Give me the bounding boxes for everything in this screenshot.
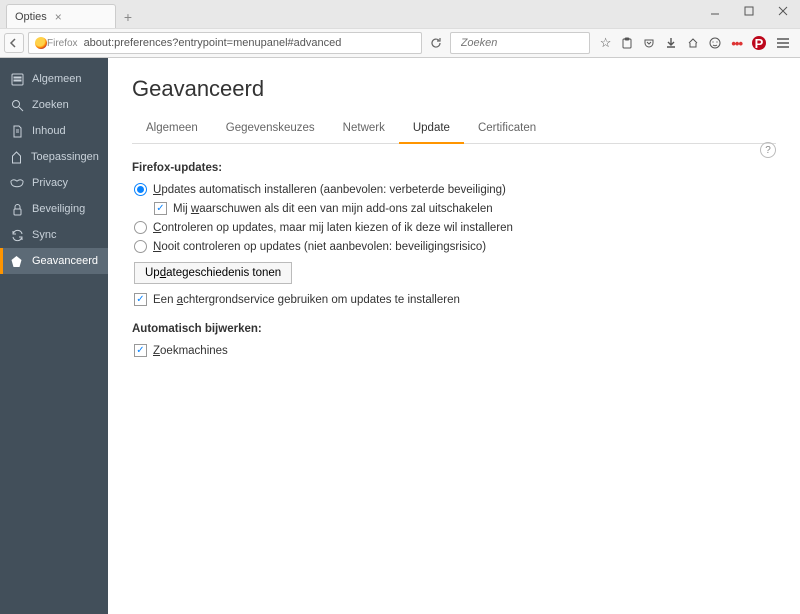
sidebar-item-security[interactable]: Beveiliging	[0, 196, 108, 222]
sidebar-item-search[interactable]: Zoeken	[0, 92, 108, 118]
back-button[interactable]	[4, 33, 24, 53]
checkbox-label: Een achtergrondservice gebruiken om upda…	[153, 294, 460, 306]
radio-label: Nooit controleren op updates (niet aanbe…	[153, 241, 486, 253]
sync-icon	[10, 229, 24, 242]
sidebar-item-advanced[interactable]: Geavanceerd	[0, 248, 108, 274]
preferences-sidebar: Algemeen Zoeken Inhoud Toepassingen Priv…	[0, 58, 108, 614]
minimize-button[interactable]	[698, 0, 732, 22]
home-icon[interactable]	[687, 37, 699, 49]
help-icon[interactable]: ?	[760, 142, 776, 158]
toolbar-icons: ☆ ••• P	[594, 35, 796, 51]
identity-label: Firefox	[47, 38, 78, 49]
applications-icon	[10, 151, 23, 164]
radio-label: Controleren op updates, maar mij laten k…	[153, 222, 513, 234]
checkbox-icon	[134, 293, 147, 306]
preferences-content: Geavanceerd ? Algemeen Gegevenskeuzes Ne…	[108, 58, 800, 614]
search-input[interactable]	[461, 37, 604, 49]
sidebar-label: Inhoud	[32, 125, 66, 137]
sidebar-label: Toepassingen	[31, 151, 99, 163]
radio-icon	[134, 240, 147, 253]
radio-icon	[134, 183, 147, 196]
maximize-button[interactable]	[732, 0, 766, 22]
subtab-datachoices[interactable]: Gegevenskeuzes	[212, 114, 329, 143]
advanced-icon	[10, 255, 24, 268]
page-title: Geavanceerd	[132, 76, 776, 102]
radio-auto-install[interactable]: Updates automatisch installeren (aanbevo…	[132, 180, 776, 199]
checkbox-label: Zoekmachines	[153, 345, 228, 357]
sidebar-item-sync[interactable]: Sync	[0, 222, 108, 248]
update-history-button[interactable]: Updategeschiedenis tonen	[134, 262, 292, 284]
browser-tab[interactable]: Opties ×	[6, 4, 116, 28]
pocket-icon[interactable]	[643, 37, 655, 49]
general-icon	[10, 73, 24, 86]
url-bar[interactable]: Firefox	[28, 32, 422, 54]
radio-icon	[134, 221, 147, 234]
subtab-general[interactable]: Algemeen	[132, 114, 212, 143]
new-tab-button[interactable]: +	[116, 6, 140, 28]
tab-title: Opties	[15, 11, 47, 23]
bookmark-star-icon[interactable]: ☆	[600, 35, 612, 51]
sidebar-item-general[interactable]: Algemeen	[0, 66, 108, 92]
sidebar-item-privacy[interactable]: Privacy	[0, 170, 108, 196]
firefox-identity-icon	[35, 37, 47, 49]
sidebar-label: Privacy	[32, 177, 68, 189]
mask-icon	[10, 179, 24, 188]
window-controls	[698, 0, 800, 22]
sidebar-label: Geavanceerd	[32, 255, 98, 267]
reload-button[interactable]	[426, 37, 446, 49]
checkbox-warn-addons[interactable]: Mij waarschuwen als dit een van mijn add…	[132, 199, 776, 218]
document-icon	[10, 125, 24, 138]
sidebar-item-applications[interactable]: Toepassingen	[0, 144, 108, 170]
lock-icon	[10, 203, 24, 216]
sidebar-label: Sync	[32, 229, 56, 241]
close-button[interactable]	[766, 0, 800, 22]
menu-icon[interactable]	[776, 37, 790, 49]
smiley-icon[interactable]	[709, 37, 721, 49]
radio-never-check[interactable]: Nooit controleren op updates (niet aanbe…	[132, 237, 776, 256]
subtab-certificates[interactable]: Certificaten	[464, 114, 550, 143]
tab-strip: Opties × +	[0, 0, 800, 28]
checkbox-label: Mij waarschuwen als dit een van mijn add…	[173, 203, 493, 215]
checkbox-icon	[154, 202, 167, 215]
subtab-update[interactable]: Update	[399, 114, 464, 144]
advanced-subtabs: Algemeen Gegevenskeuzes Netwerk Update C…	[132, 114, 776, 144]
checkbox-icon	[134, 344, 147, 357]
radio-label: Updates automatisch installeren (aanbevo…	[153, 184, 506, 196]
more-icon[interactable]: •••	[731, 36, 742, 51]
section-firefox-updates: Firefox-updates:	[132, 162, 776, 174]
checkbox-search-engines[interactable]: Zoekmachines	[132, 341, 776, 360]
navigation-toolbar: Firefox ☆ ••• P	[0, 28, 800, 58]
sidebar-label: Zoeken	[32, 99, 69, 111]
pinterest-icon[interactable]: P	[752, 36, 766, 50]
subtab-network[interactable]: Netwerk	[329, 114, 399, 143]
downloads-icon[interactable]	[665, 37, 677, 49]
close-tab-icon[interactable]: ×	[55, 10, 62, 24]
sidebar-item-content[interactable]: Inhoud	[0, 118, 108, 144]
clipboard-icon[interactable]	[621, 37, 633, 49]
section-auto-update: Automatisch bijwerken:	[132, 323, 776, 335]
main-area: Algemeen Zoeken Inhoud Toepassingen Priv…	[0, 58, 800, 614]
sidebar-label: Algemeen	[32, 73, 82, 85]
search-icon	[10, 99, 24, 112]
radio-check-choose[interactable]: Controleren op updates, maar mij laten k…	[132, 218, 776, 237]
sidebar-label: Beveiliging	[32, 203, 85, 215]
search-bar[interactable]	[450, 32, 590, 54]
url-input[interactable]	[84, 37, 415, 49]
checkbox-background-service[interactable]: Een achtergrondservice gebruiken om upda…	[132, 290, 776, 309]
